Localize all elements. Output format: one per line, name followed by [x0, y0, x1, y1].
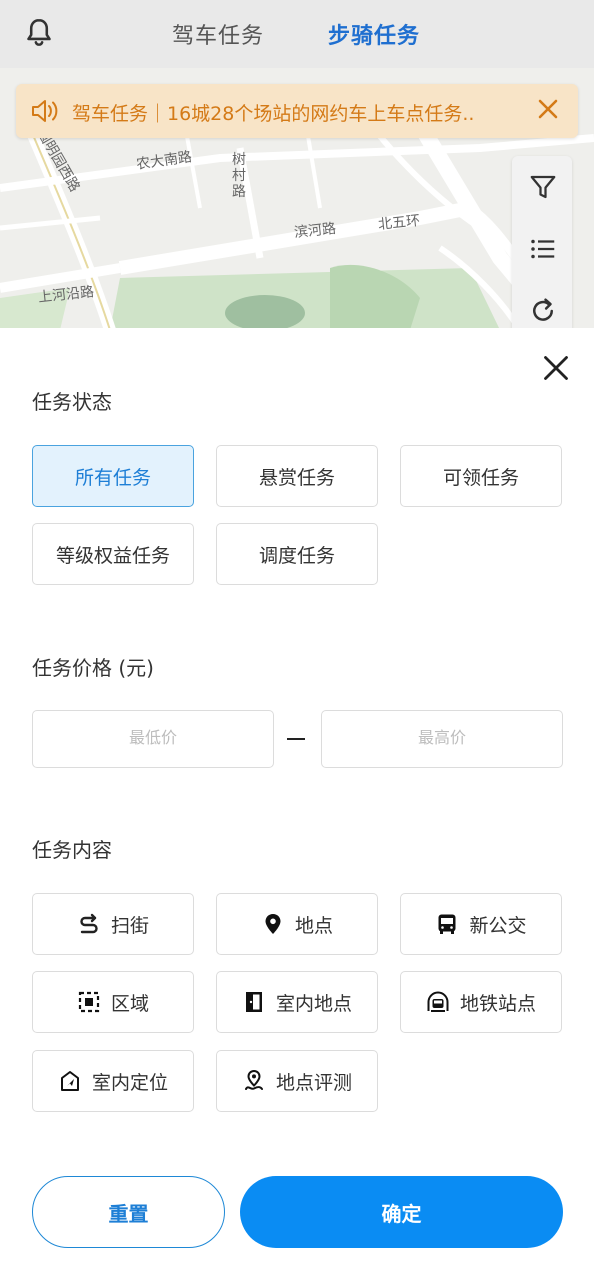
option-label: 可领任务 — [442, 466, 519, 489]
map-toolbar — [512, 156, 572, 336]
notice-text: 驾车任务｜16城28个场站的网约车上车点任务.. — [72, 103, 475, 125]
notice-banner[interactable]: 驾车任务｜16城28个场站的网约车上车点任务.. — [16, 84, 578, 138]
content-option-indoor-positioning[interactable]: 室内定位 — [32, 1050, 194, 1112]
content-option-subway-station[interactable]: 地铁站点 — [400, 971, 562, 1033]
speaker-icon — [32, 100, 58, 122]
tab-walk-ride-tasks[interactable]: 步骑任务 — [328, 18, 420, 50]
option-label: 扫街 — [110, 914, 149, 937]
area-select-icon — [78, 991, 100, 1013]
filter-icon[interactable] — [528, 172, 558, 202]
option-label: 等级权益任务 — [55, 544, 170, 567]
status-option-dispatch[interactable]: 调度任务 — [216, 523, 378, 585]
option-label: 室内地点 — [275, 992, 352, 1015]
status-option-claimable[interactable]: 可领任务 — [400, 445, 562, 507]
range-separator — [287, 738, 305, 740]
route-icon — [80, 913, 98, 934]
option-label: 室内定位 — [91, 1071, 168, 1094]
option-label: 地点评测 — [275, 1071, 352, 1094]
option-label: 调度任务 — [258, 544, 335, 567]
bell-icon[interactable] — [22, 16, 56, 50]
tab-drive-tasks[interactable]: 驾车任务 — [172, 18, 264, 50]
content-option-area[interactable]: 区域 — [32, 971, 194, 1033]
content-section-title: 任务内容 — [32, 838, 112, 862]
close-icon[interactable] — [536, 96, 560, 122]
top-bar: 驾车任务 步骑任务 — [0, 0, 594, 68]
subway-icon — [427, 991, 449, 1012]
content-option-place-review[interactable]: 地点评测 — [216, 1050, 378, 1112]
close-sheet-icon[interactable] — [542, 354, 570, 382]
status-option-level-benefit[interactable]: 等级权益任务 — [32, 523, 194, 585]
door-icon — [245, 992, 262, 1012]
max-price-input[interactable]: 最高价 — [321, 710, 563, 768]
status-section-title: 任务状态 — [32, 390, 112, 414]
reset-button[interactable]: 重置 — [32, 1176, 225, 1248]
option-label: 新公交 — [469, 914, 527, 937]
option-label: 地铁站点 — [459, 992, 536, 1015]
content-option-place[interactable]: 地点 — [216, 893, 378, 955]
option-label: 悬赏任务 — [258, 466, 335, 489]
confirm-button[interactable]: 确定 — [240, 1176, 563, 1248]
map-label: 树村路 — [232, 152, 246, 200]
content-option-new-bus[interactable]: 新公交 — [400, 893, 562, 955]
content-option-street-sweep[interactable]: 扫街 — [32, 893, 194, 955]
price-section-title: 任务价格 (元) — [32, 656, 154, 680]
list-icon[interactable] — [528, 234, 558, 264]
place-review-icon — [244, 1069, 263, 1090]
bus-icon — [438, 914, 456, 934]
content-option-indoor-place[interactable]: 室内地点 — [216, 971, 378, 1033]
indoor-nav-icon — [60, 1071, 79, 1091]
status-option-bounty[interactable]: 悬赏任务 — [216, 445, 378, 507]
option-label: 区域 — [110, 992, 149, 1015]
status-option-all[interactable]: 所有任务 — [32, 445, 194, 507]
location-pin-icon — [265, 914, 281, 934]
option-label: 地点 — [294, 914, 333, 937]
min-price-input[interactable]: 最低价 — [32, 710, 274, 768]
refresh-icon[interactable] — [528, 296, 558, 326]
option-label: 所有任务 — [74, 466, 151, 489]
